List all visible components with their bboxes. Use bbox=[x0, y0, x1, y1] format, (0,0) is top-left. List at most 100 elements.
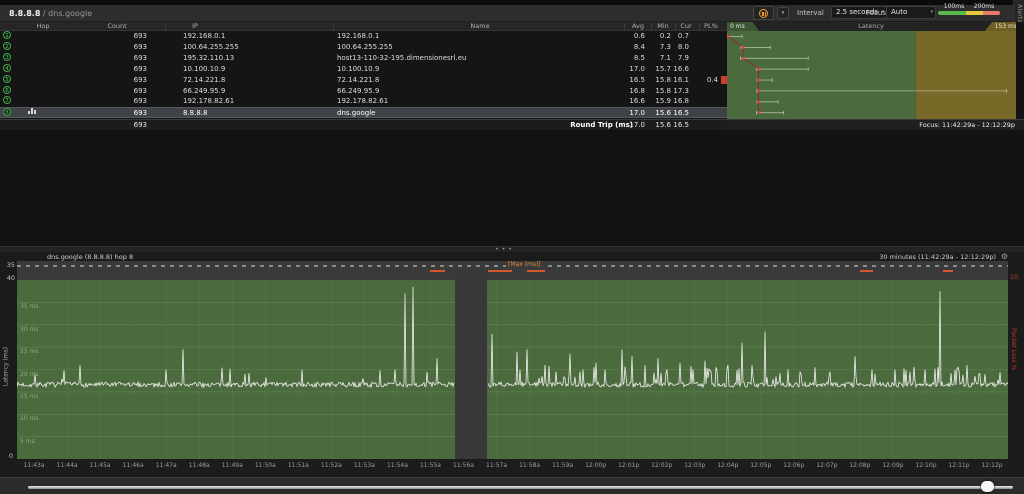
cur-cell: 16.8 bbox=[673, 96, 689, 107]
hop-badge: 4 bbox=[3, 64, 11, 72]
min-cell: 0.2 bbox=[660, 31, 671, 42]
splitter-handle-icon: ••• bbox=[495, 246, 515, 253]
col-min[interactable]: Min bbox=[657, 22, 669, 31]
hop-badge: 6 bbox=[3, 86, 11, 94]
count-cell: 693 bbox=[134, 53, 147, 64]
time-tick-label: 12:11p bbox=[948, 462, 969, 469]
pl-cell: 0.4 bbox=[707, 75, 718, 86]
trace-title: 8.8.8.8 / dns.google bbox=[9, 5, 92, 22]
col-hop[interactable]: Hop bbox=[37, 22, 50, 31]
min-cell: 15.9 bbox=[655, 96, 671, 107]
target-ip: 8.8.8.8 bbox=[9, 9, 40, 18]
gridline-label: 30 ms bbox=[20, 326, 39, 333]
hop-row-6[interactable]: 669366.249.95.966.249.95.916.815.817.3 bbox=[0, 86, 727, 97]
col-pl[interactable]: PL% bbox=[704, 22, 718, 31]
time-tick-label: 11:59a bbox=[552, 462, 573, 469]
min-cell: 15.8 bbox=[655, 86, 671, 97]
hop-row-7[interactable]: 7693192.178.82.61192.178.82.6116.615.916… bbox=[0, 96, 727, 107]
name-cell: host13-110-32-195.dimensionesrl.eu bbox=[337, 53, 466, 64]
y-axis-title: Latency (ms) bbox=[3, 337, 10, 397]
pause-button[interactable] bbox=[753, 6, 774, 20]
latency-whisker-graph[interactable] bbox=[727, 31, 1016, 119]
cur-cell: 7.9 bbox=[678, 53, 689, 64]
count-cell: 693 bbox=[134, 42, 147, 53]
name-cell: dns.google bbox=[337, 108, 375, 119]
time-axis: 11:43a11:44a11:45a11:46a11:47a11:48a11:4… bbox=[0, 459, 1024, 477]
focus-value: Auto bbox=[891, 8, 907, 16]
time-tick-label: 11:54a bbox=[387, 462, 408, 469]
avg-cell: 8.5 bbox=[634, 53, 645, 64]
hop-row-1[interactable]: 1693192.168.0.1192.168.0.10.60.20.7 bbox=[0, 31, 727, 42]
col-count[interactable]: Count bbox=[107, 22, 126, 31]
empty-area bbox=[0, 130, 1024, 246]
avg-cell: 0.6 bbox=[634, 31, 645, 42]
col-ip[interactable]: IP bbox=[192, 22, 198, 31]
time-tick-label: 11:53a bbox=[354, 462, 375, 469]
time-tick-label: 11:58a bbox=[519, 462, 540, 469]
packet-loss-dash bbox=[488, 270, 512, 272]
hop-row-8[interactable]: 86938.8.8.8dns.google17.015.616.5 bbox=[0, 107, 727, 118]
panel-splitter[interactable]: ••• bbox=[0, 246, 1024, 253]
count-cell: 693 bbox=[134, 86, 147, 97]
hop-badge: 7 bbox=[3, 96, 11, 104]
time-tick-label: 11:47a bbox=[156, 462, 177, 469]
target-host: / dns.google bbox=[40, 9, 92, 18]
hop-row-2[interactable]: 2693100.64.255.255100.64.255.2558.47.38.… bbox=[0, 42, 727, 53]
pause-options-button[interactable]: ▾ bbox=[777, 7, 789, 19]
time-tick-label: 11:52a bbox=[321, 462, 342, 469]
packet-loss-marker bbox=[721, 76, 727, 84]
time-tick-label: 12:01p bbox=[618, 462, 639, 469]
focus-select[interactable]: Auto▾ bbox=[886, 6, 936, 19]
min-cell: 15.8 bbox=[655, 75, 671, 86]
count-cell: 693 bbox=[134, 96, 147, 107]
time-tick-label: 11:44a bbox=[57, 462, 78, 469]
avg-cell: 17.0 bbox=[629, 108, 645, 119]
focus-range-bar: Focus: 11:42:29a - 12:12:29p bbox=[727, 119, 1024, 130]
ip-cell: 72.14.221.8 bbox=[183, 75, 225, 86]
count-cell: 693 bbox=[134, 108, 147, 119]
packet-loss-dash bbox=[430, 270, 445, 272]
latency-scale-max: 153 ms bbox=[985, 22, 1020, 31]
name-cell: 10.100.10.9 bbox=[337, 64, 379, 75]
min-cell: 7.1 bbox=[660, 53, 671, 64]
packet-loss-dash bbox=[527, 270, 545, 272]
cur-cell: 16.6 bbox=[673, 64, 689, 75]
time-tick-label: 12:00p bbox=[585, 462, 606, 469]
no-data-band bbox=[455, 270, 487, 463]
avg-cell: 16.5 bbox=[629, 75, 645, 86]
timeline-plot[interactable] bbox=[17, 280, 1008, 459]
max-line-label[interactable]: [Max (ms)] bbox=[506, 261, 543, 269]
focus-label: Focus bbox=[866, 6, 886, 20]
latency-color-legend: 100ms 200ms bbox=[938, 3, 1000, 17]
hop-row-5[interactable]: 569372.14.221.872.14.221.816.515.816.10.… bbox=[0, 75, 727, 86]
min-cell: 15.6 bbox=[655, 108, 671, 119]
scrollbar-track[interactable] bbox=[28, 486, 1013, 489]
name-cell: 100.64.255.255 bbox=[337, 42, 393, 53]
ip-cell: 10.100.10.9 bbox=[183, 64, 225, 75]
packet-loss-dash bbox=[943, 270, 953, 272]
gridline-label: 25 ms bbox=[20, 348, 39, 355]
right-gutter bbox=[1016, 22, 1024, 130]
gridline-label: 35 ms bbox=[20, 303, 39, 310]
cur-cell: 8.0 bbox=[678, 42, 689, 53]
hop-badge: 3 bbox=[3, 53, 11, 61]
avg-cell: 16.8 bbox=[629, 86, 645, 97]
time-tick-label: 12:10p bbox=[915, 462, 936, 469]
cur-cell: 16.1 bbox=[673, 75, 689, 86]
col-cur[interactable]: Cur bbox=[680, 22, 691, 31]
col-name[interactable]: Name bbox=[470, 22, 489, 31]
legend-100ms: 100ms bbox=[944, 3, 964, 10]
time-tick-label: 12:06p bbox=[783, 462, 804, 469]
hop-table-body: 1693192.168.0.1192.168.0.10.60.20.726931… bbox=[0, 31, 727, 119]
latency-header-label: Latency bbox=[858, 22, 884, 31]
hop-badge: 2 bbox=[3, 42, 11, 50]
hop-badge: 1 bbox=[3, 31, 11, 39]
time-tick-label: 12:12p bbox=[981, 462, 1002, 469]
avg-cell: 8.4 bbox=[634, 42, 645, 53]
hop-row-4[interactable]: 469310.100.10.910.100.10.917.015.716.6 bbox=[0, 64, 727, 75]
scrollbar-thumb[interactable] bbox=[981, 481, 994, 492]
cur-cell: 17.3 bbox=[673, 86, 689, 97]
hop-row-3[interactable]: 3693195.32.110.13host13-110-32-195.dimen… bbox=[0, 53, 727, 64]
table-header: Hop Count IP Name Avg Min Cur PL% bbox=[0, 22, 727, 31]
col-avg[interactable]: Avg bbox=[632, 22, 644, 31]
